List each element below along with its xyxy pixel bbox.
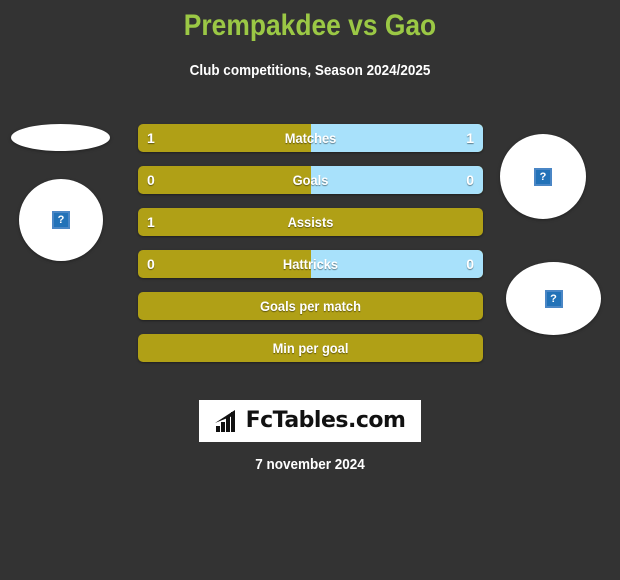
stat-bars: 1 Matches 1 0 Goals 0 1 Assists 0 Hattri… bbox=[138, 124, 483, 376]
stat-row-goals: 0 Goals 0 bbox=[138, 166, 483, 194]
stat-row-matches: 1 Matches 1 bbox=[138, 124, 483, 152]
away-value: 0 bbox=[466, 172, 474, 188]
away-value: 1 bbox=[466, 130, 474, 146]
stat-label: Assists bbox=[287, 214, 334, 230]
stat-comparison-page: Prempakdee vs Gao Club competitions, Sea… bbox=[0, 0, 620, 580]
stat-label: Goals bbox=[292, 172, 329, 188]
right-player-avatar: ? bbox=[500, 134, 586, 219]
stat-row-min-per-goal: Min per goal bbox=[138, 334, 483, 362]
left-player-avatar: ? bbox=[19, 179, 103, 261]
stat-row-assists: 1 Assists bbox=[138, 208, 483, 236]
broken-image-icon: ? bbox=[534, 167, 552, 186]
stat-label: Goals per match bbox=[260, 298, 361, 314]
away-value: 0 bbox=[466, 256, 474, 272]
stat-row-goals-per-match: Goals per match bbox=[138, 292, 483, 320]
broken-image-icon: ? bbox=[52, 211, 70, 229]
stat-label: Matches bbox=[284, 130, 337, 146]
right-player-flag: ? bbox=[506, 262, 601, 335]
broken-image-icon: ? bbox=[544, 289, 563, 308]
page-title: Prempakdee vs Gao bbox=[183, 9, 437, 42]
logo-text: FcTables.com bbox=[245, 408, 406, 433]
stat-row-hattricks: 0 Hattricks 0 bbox=[138, 250, 483, 278]
bar-chart-arrow-icon bbox=[214, 410, 235, 432]
page-subtitle: Club competitions, Season 2024/2025 bbox=[189, 62, 431, 79]
date-label: 7 november 2024 bbox=[255, 456, 365, 473]
stat-label: Hattricks bbox=[282, 256, 339, 272]
left-player-flag bbox=[11, 124, 110, 151]
stat-label: Min per goal bbox=[272, 340, 349, 356]
fctables-logo[interactable]: FcTables.com bbox=[199, 400, 421, 442]
